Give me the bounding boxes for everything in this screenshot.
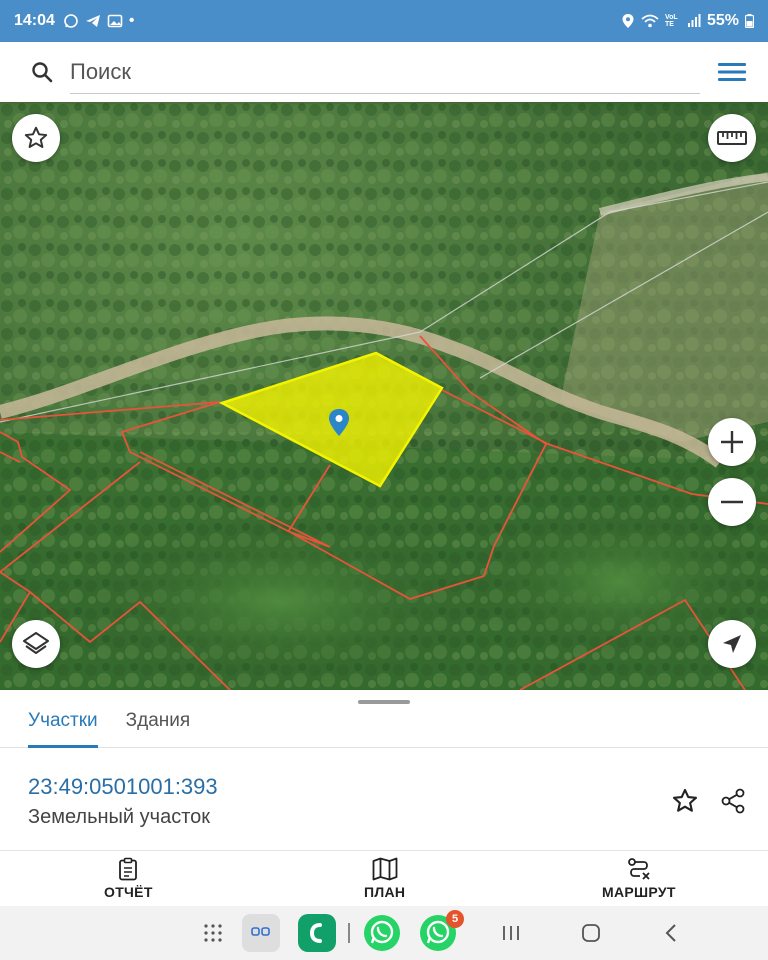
bottom-navigation: ОТЧЁТ ПЛАН МАРШРУТ — [0, 850, 768, 906]
route-icon — [627, 858, 650, 880]
search-icon[interactable] — [28, 58, 56, 86]
cadastral-number[interactable]: 23:49:0501001:393 — [28, 774, 218, 800]
home-button[interactable] — [574, 914, 608, 952]
dock-divider — [345, 914, 353, 952]
phone-icon — [309, 923, 322, 943]
hamburger-icon — [718, 63, 746, 81]
home-icon — [582, 924, 600, 942]
volte-icon: VoLTE — [664, 14, 678, 28]
wifi-icon — [641, 14, 659, 28]
minus-icon — [721, 500, 743, 504]
zoom-out-button[interactable] — [708, 478, 756, 526]
add-favorite-button[interactable] — [668, 784, 702, 818]
parcel-type: Земельный участок — [28, 806, 211, 828]
back-button[interactable] — [656, 914, 686, 952]
status-bar: 14:04 • VoLTE 55% — [0, 0, 768, 42]
tab-parcels[interactable]: Участки — [28, 706, 98, 748]
clipboard-icon — [119, 857, 138, 881]
layers-icon — [23, 632, 49, 654]
map-view[interactable] — [0, 102, 768, 690]
whatsapp-notification-icon — [63, 13, 79, 29]
clock: 14:04 — [14, 12, 55, 29]
ruler-button[interactable] — [708, 114, 756, 162]
app-icon — [251, 927, 270, 936]
sheet-tabs: Участки Здания — [0, 706, 768, 748]
battery-icon — [745, 14, 754, 28]
location-icon — [621, 13, 635, 29]
signal-icon — [687, 14, 701, 28]
system-navigation-bar: 5 — [0, 906, 768, 960]
share-button[interactable] — [716, 784, 750, 818]
whatsapp-icon — [364, 915, 400, 951]
plus-icon — [721, 431, 743, 453]
favorites-button[interactable] — [12, 114, 60, 162]
whatsapp-app-button[interactable] — [362, 914, 402, 952]
parcel-info-sheet: Участки Здания 23:49:0501001:393 Земельн… — [0, 690, 768, 850]
dot-icon: • — [128, 12, 135, 29]
navigation-arrow-icon — [723, 635, 741, 653]
nav-route[interactable]: МАРШРУТ — [602, 857, 676, 900]
share-icon — [721, 788, 745, 814]
back-chevron-icon — [665, 924, 676, 942]
drag-handle[interactable] — [358, 700, 410, 704]
search-bar — [0, 42, 768, 102]
my-location-button[interactable] — [708, 620, 756, 668]
satellite-map[interactable] — [0, 102, 768, 690]
nav-plan[interactable]: ПЛАН — [364, 857, 405, 900]
notification-badge: 5 — [446, 910, 464, 928]
map-icon — [372, 857, 398, 881]
battery-percent: 55% — [706, 12, 739, 29]
telegram-notification-icon — [85, 13, 101, 29]
recents-button[interactable] — [496, 914, 526, 952]
nav-route-label: МАРШРУТ — [602, 884, 676, 900]
layers-button[interactable] — [12, 620, 60, 668]
whatsapp-business-app-button[interactable]: 5 — [418, 910, 464, 952]
grid-dots-icon — [204, 924, 222, 942]
star-outline-icon — [672, 788, 698, 812]
gallery-notification-icon — [107, 13, 123, 29]
star-outline-icon — [24, 126, 48, 148]
nav-report-label: ОТЧЁТ — [104, 884, 153, 900]
app-drawer-button[interactable] — [198, 914, 228, 952]
ruler-icon — [717, 131, 747, 145]
search-input[interactable] — [70, 50, 700, 94]
recent-app-button[interactable] — [242, 914, 280, 952]
nav-plan-label: ПЛАН — [364, 884, 406, 900]
zoom-in-button[interactable] — [708, 418, 756, 466]
recents-icon — [503, 926, 519, 940]
tab-buildings[interactable]: Здания — [126, 706, 191, 748]
phone-app-button[interactable] — [298, 914, 336, 952]
nav-report[interactable]: ОТЧЁТ — [104, 857, 153, 900]
menu-button[interactable] — [712, 52, 752, 92]
